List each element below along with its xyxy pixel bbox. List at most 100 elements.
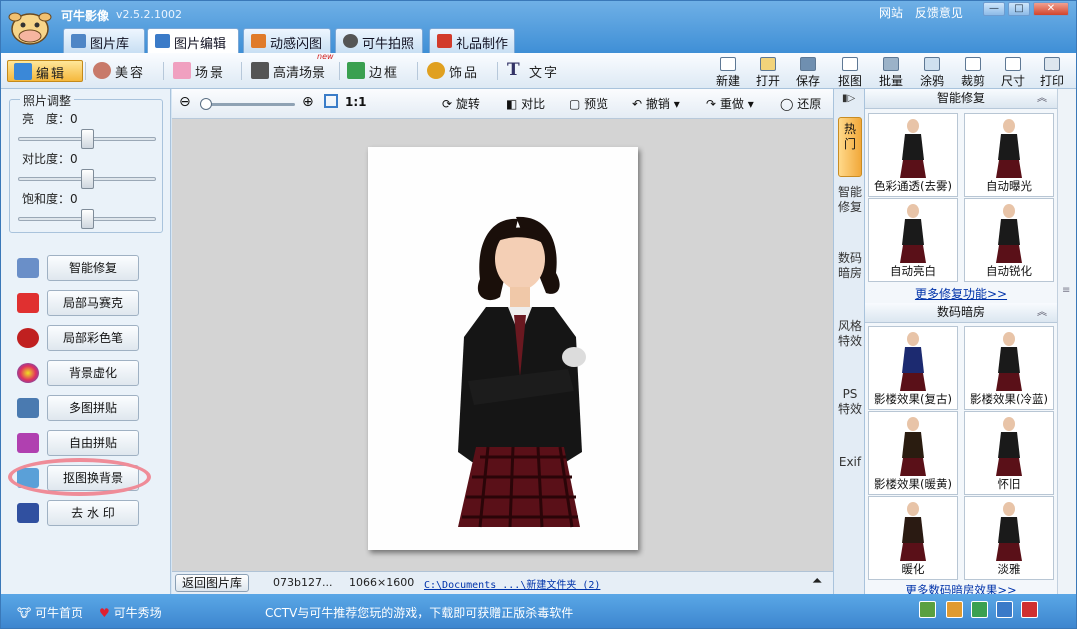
collapse-panel-icon[interactable]: ▮▷ <box>842 93 855 104</box>
effect-thumb[interactable]: 影楼效果(冷蓝) <box>964 326 1054 410</box>
brightness-value: 0 <box>70 112 78 126</box>
tool-frame[interactable]: 边框 <box>341 60 405 82</box>
batch-button[interactable]: 批量 <box>873 57 909 88</box>
back-to-gallery-button[interactable]: 返回图片库 <box>175 574 249 592</box>
remove-watermark-button[interactable]: 去 水 印 <box>47 500 139 526</box>
preview-button[interactable]: ▢ 预览 <box>569 95 608 112</box>
smart-fix-button[interactable]: 智能修复 <box>47 255 139 281</box>
open-button[interactable]: 打开 <box>750 57 786 88</box>
chevron-up-icon[interactable]: ︽ <box>1037 303 1047 322</box>
saturation-slider[interactable] <box>18 209 156 229</box>
restore-button[interactable]: ◯ 还原 <box>780 95 821 112</box>
slider-thumb[interactable] <box>81 169 94 189</box>
compare-icon: ◧ <box>506 97 522 111</box>
cutout-button[interactable]: 抠图 <box>832 57 868 88</box>
tab-gallery[interactable]: 图片库 <box>63 28 145 53</box>
effect-thumb[interactable]: 影楼效果(暖黄) <box>868 411 958 495</box>
new-button[interactable]: 新建 <box>710 57 746 88</box>
tab-photo-edit[interactable]: 图片编辑 <box>147 28 239 54</box>
darkroom-header[interactable]: 数码暗房 ︽ <box>865 303 1057 323</box>
adjust-title: 照片调整 <box>20 92 75 109</box>
effect-thumb[interactable]: 自动亮白 <box>868 198 958 282</box>
effect-thumb[interactable]: 影楼效果(复古) <box>868 326 958 410</box>
resize-button[interactable]: 尺寸 <box>995 57 1031 88</box>
fit-screen-icon[interactable] <box>324 94 338 108</box>
close-button[interactable]: ✕ <box>1033 2 1069 16</box>
effect-thumb[interactable]: 怀旧 <box>964 411 1054 495</box>
effect-thumb[interactable]: 自动锐化 <box>964 198 1054 282</box>
side-tab-hot[interactable]: 热门 <box>838 117 862 177</box>
color-pen-button[interactable]: 局部彩色笔 <box>47 325 139 351</box>
save-button[interactable]: 保存 <box>790 57 826 88</box>
feedback-link[interactable]: 反馈意见 <box>915 6 963 20</box>
tool-decoration[interactable]: 饰品 <box>421 60 485 82</box>
cutout-background-button[interactable]: 抠图换背景 <box>47 465 139 491</box>
redo-button[interactable]: ↷ 重做 ▾ <box>706 95 754 112</box>
save-icon <box>800 57 816 71</box>
side-tab-darkroom[interactable]: 数码暗房 <box>838 251 862 309</box>
print-button[interactable]: 打印 <box>1034 57 1070 88</box>
tray-icon[interactable] <box>919 601 936 618</box>
promo-marquee[interactable]: CCTV与可牛推荐您玩的游戏，下载即可获赠正版杀毒软件 <box>265 604 573 621</box>
free-collage-button[interactable]: 自由拼贴 <box>47 430 139 456</box>
minimize-button[interactable]: — <box>983 2 1005 16</box>
home-link[interactable]: 🐮 可牛首页 <box>17 604 83 621</box>
file-path-link[interactable]: C:\Documents ...\新建文件夹 (2) <box>424 576 600 591</box>
effect-thumb[interactable]: 暖化 <box>868 496 958 580</box>
chevron-up-icon[interactable]: ︽ <box>1037 89 1047 108</box>
mosaic-icon <box>17 293 39 313</box>
smart-fix-header[interactable]: 智能修复 ︽ <box>865 89 1057 109</box>
editing-canvas[interactable] <box>172 119 833 571</box>
blur-background-button[interactable]: 背景虚化 <box>47 360 139 386</box>
photo-preview[interactable] <box>368 147 638 550</box>
contrast-value: 0 <box>70 152 78 166</box>
chevron-down-icon[interactable]: ▾ <box>744 97 754 111</box>
doodle-button[interactable]: 涂鸦 <box>914 57 950 88</box>
side-tab-style[interactable]: 风格特效 <box>838 319 862 377</box>
chevron-down-icon[interactable]: ▾ <box>670 97 680 111</box>
effect-thumb[interactable]: 淡雅 <box>964 496 1054 580</box>
tool-text[interactable]: T 文字 <box>501 60 565 82</box>
tab-camera[interactable]: 可牛拍照 <box>335 28 423 53</box>
zoom-out-icon[interactable]: ⊖ <box>179 94 191 110</box>
rotate-button[interactable]: ⟳ 旋转 <box>442 95 480 112</box>
tray-icon[interactable] <box>1021 601 1038 618</box>
tab-gift[interactable]: 礼品制作 <box>429 28 515 53</box>
effects-scrollbar[interactable]: ≡ <box>1057 89 1076 594</box>
show-link[interactable]: ♥ 可牛秀场 <box>99 604 162 621</box>
slider-thumb[interactable] <box>81 129 94 149</box>
tool-scene[interactable]: 场景 <box>167 60 231 82</box>
website-link[interactable]: 网站 <box>879 6 903 20</box>
more-fix-link[interactable]: 更多修复功能>> <box>865 285 1057 302</box>
effect-thumb[interactable]: 色彩通透(去雾) <box>868 113 958 197</box>
zoom-slider[interactable] <box>200 98 295 110</box>
slider-thumb[interactable] <box>81 209 94 229</box>
multi-collage-button[interactable]: 多图拼贴 <box>47 395 139 421</box>
side-tab-exif[interactable]: Exif <box>838 455 862 515</box>
tool-edit[interactable]: 编辑 <box>7 60 83 82</box>
contrast-slider[interactable] <box>18 169 156 189</box>
mosaic-button[interactable]: 局部马赛克 <box>47 290 139 316</box>
zoom-in-icon[interactable]: ⊕ <box>302 94 314 110</box>
compare-button[interactable]: ◧ 对比 <box>506 95 545 112</box>
brightness-slider[interactable] <box>18 129 156 149</box>
collapse-arrow-icon[interactable]: ⏶ <box>812 574 822 589</box>
brightness-label: 亮 度：0 <box>22 110 78 127</box>
zoom-thumb[interactable] <box>200 98 212 110</box>
undo-button[interactable]: ↶ 撤销 ▾ <box>632 95 680 112</box>
tool-beauty[interactable]: 美容 <box>87 60 151 82</box>
effect-thumb[interactable]: 自动曝光 <box>964 113 1054 197</box>
maximize-button[interactable]: □ <box>1008 2 1030 16</box>
tray-icon[interactable] <box>946 601 963 618</box>
tool-hd-scene[interactable]: 高清场景 new <box>245 52 334 82</box>
actual-size-button[interactable]: 1:1 <box>345 95 367 109</box>
color-pen-icon <box>17 328 39 348</box>
tab-animation[interactable]: 动感闪图 <box>243 28 331 53</box>
preview-icon: ▢ <box>569 97 585 111</box>
tray-icon[interactable] <box>971 601 988 618</box>
crop-button[interactable]: 裁剪 <box>955 57 991 88</box>
side-tab-smart-fix[interactable]: 智能修复 <box>838 185 862 243</box>
scroll-grip-icon[interactable]: ≡ <box>1062 285 1070 296</box>
tray-icon[interactable] <box>996 601 1013 618</box>
side-tab-ps[interactable]: PS特效 <box>838 387 862 447</box>
